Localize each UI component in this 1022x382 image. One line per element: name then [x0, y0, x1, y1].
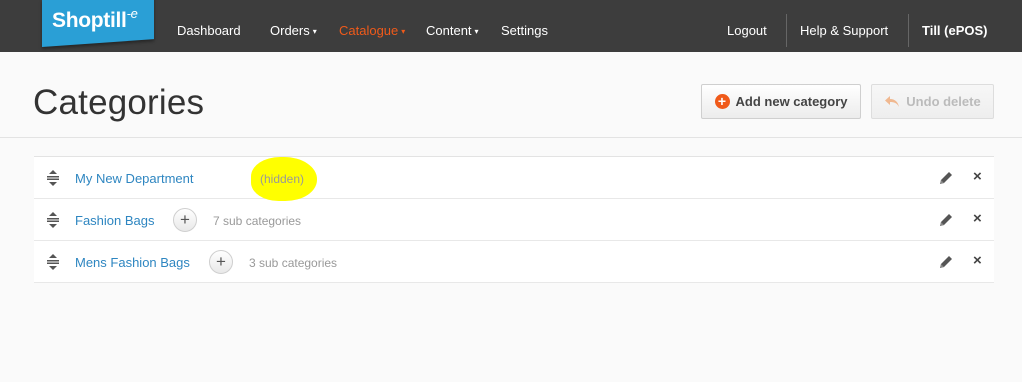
expand-subcategories-button[interactable]: + — [209, 250, 233, 274]
drag-handle-icon[interactable] — [46, 170, 60, 186]
pencil-icon[interactable] — [938, 254, 954, 270]
chevron-down-icon: ▾ — [401, 27, 406, 36]
category-row: Mens Fashion Bags + 3 sub categories × — [34, 241, 994, 283]
category-link[interactable]: My New Department — [75, 171, 193, 186]
nav-dashboard[interactable]: Dashboard — [177, 0, 241, 52]
pencil-icon[interactable] — [938, 212, 954, 228]
nav-settings[interactable]: Settings — [501, 0, 548, 52]
logo-text[interactable]: Shoptill-e — [52, 6, 138, 33]
category-link[interactable]: Mens Fashion Bags — [75, 255, 190, 270]
nav-help-support[interactable]: Help & Support — [800, 0, 888, 52]
category-row: Fashion Bags + 7 sub categories × — [34, 199, 994, 241]
expand-subcategories-button[interactable]: + — [173, 208, 197, 232]
chevron-down-icon: ▾ — [474, 27, 479, 36]
title-divider — [0, 137, 1022, 138]
hidden-status-label: (hidden) — [260, 172, 305, 186]
page-title: Categories — [33, 83, 205, 122]
undo-delete-button[interactable]: Undo delete — [871, 84, 994, 119]
nav-logout[interactable]: Logout — [727, 0, 767, 52]
nav-catalogue[interactable]: Catalogue ▾ — [339, 0, 405, 52]
chevron-down-icon: ▾ — [312, 27, 317, 36]
nav-divider — [786, 14, 787, 47]
drag-handle-icon[interactable] — [46, 254, 60, 270]
delete-icon[interactable]: × — [973, 210, 982, 227]
category-link[interactable]: Fashion Bags — [75, 213, 155, 228]
add-circle-icon: + — [714, 94, 730, 109]
nav-divider — [908, 14, 909, 47]
subcategory-count: 7 sub categories — [213, 214, 302, 228]
subcategory-count: 3 sub categories — [249, 256, 338, 270]
nav-orders[interactable]: Orders ▾ — [270, 0, 317, 52]
nav-till-account[interactable]: Till (ePOS) — [922, 0, 988, 52]
pencil-icon[interactable] — [938, 170, 954, 186]
add-new-category-label: Add new category — [735, 94, 848, 109]
delete-icon[interactable]: × — [973, 168, 982, 185]
drag-handle-icon[interactable] — [46, 212, 60, 228]
undo-delete-label: Undo delete — [906, 94, 981, 109]
category-list: My New Department (hidden) × Fashion Bag… — [34, 156, 994, 283]
category-row: My New Department (hidden) × — [34, 157, 994, 201]
delete-icon[interactable]: × — [973, 252, 982, 269]
top-navbar: Shoptill-e Dashboard Orders ▾ Catalogue ▾ … — [0, 0, 1022, 52]
undo-icon — [885, 95, 900, 107]
nav-content[interactable]: Content ▾ — [426, 0, 479, 52]
add-new-category-button[interactable]: + Add new category — [701, 84, 861, 119]
